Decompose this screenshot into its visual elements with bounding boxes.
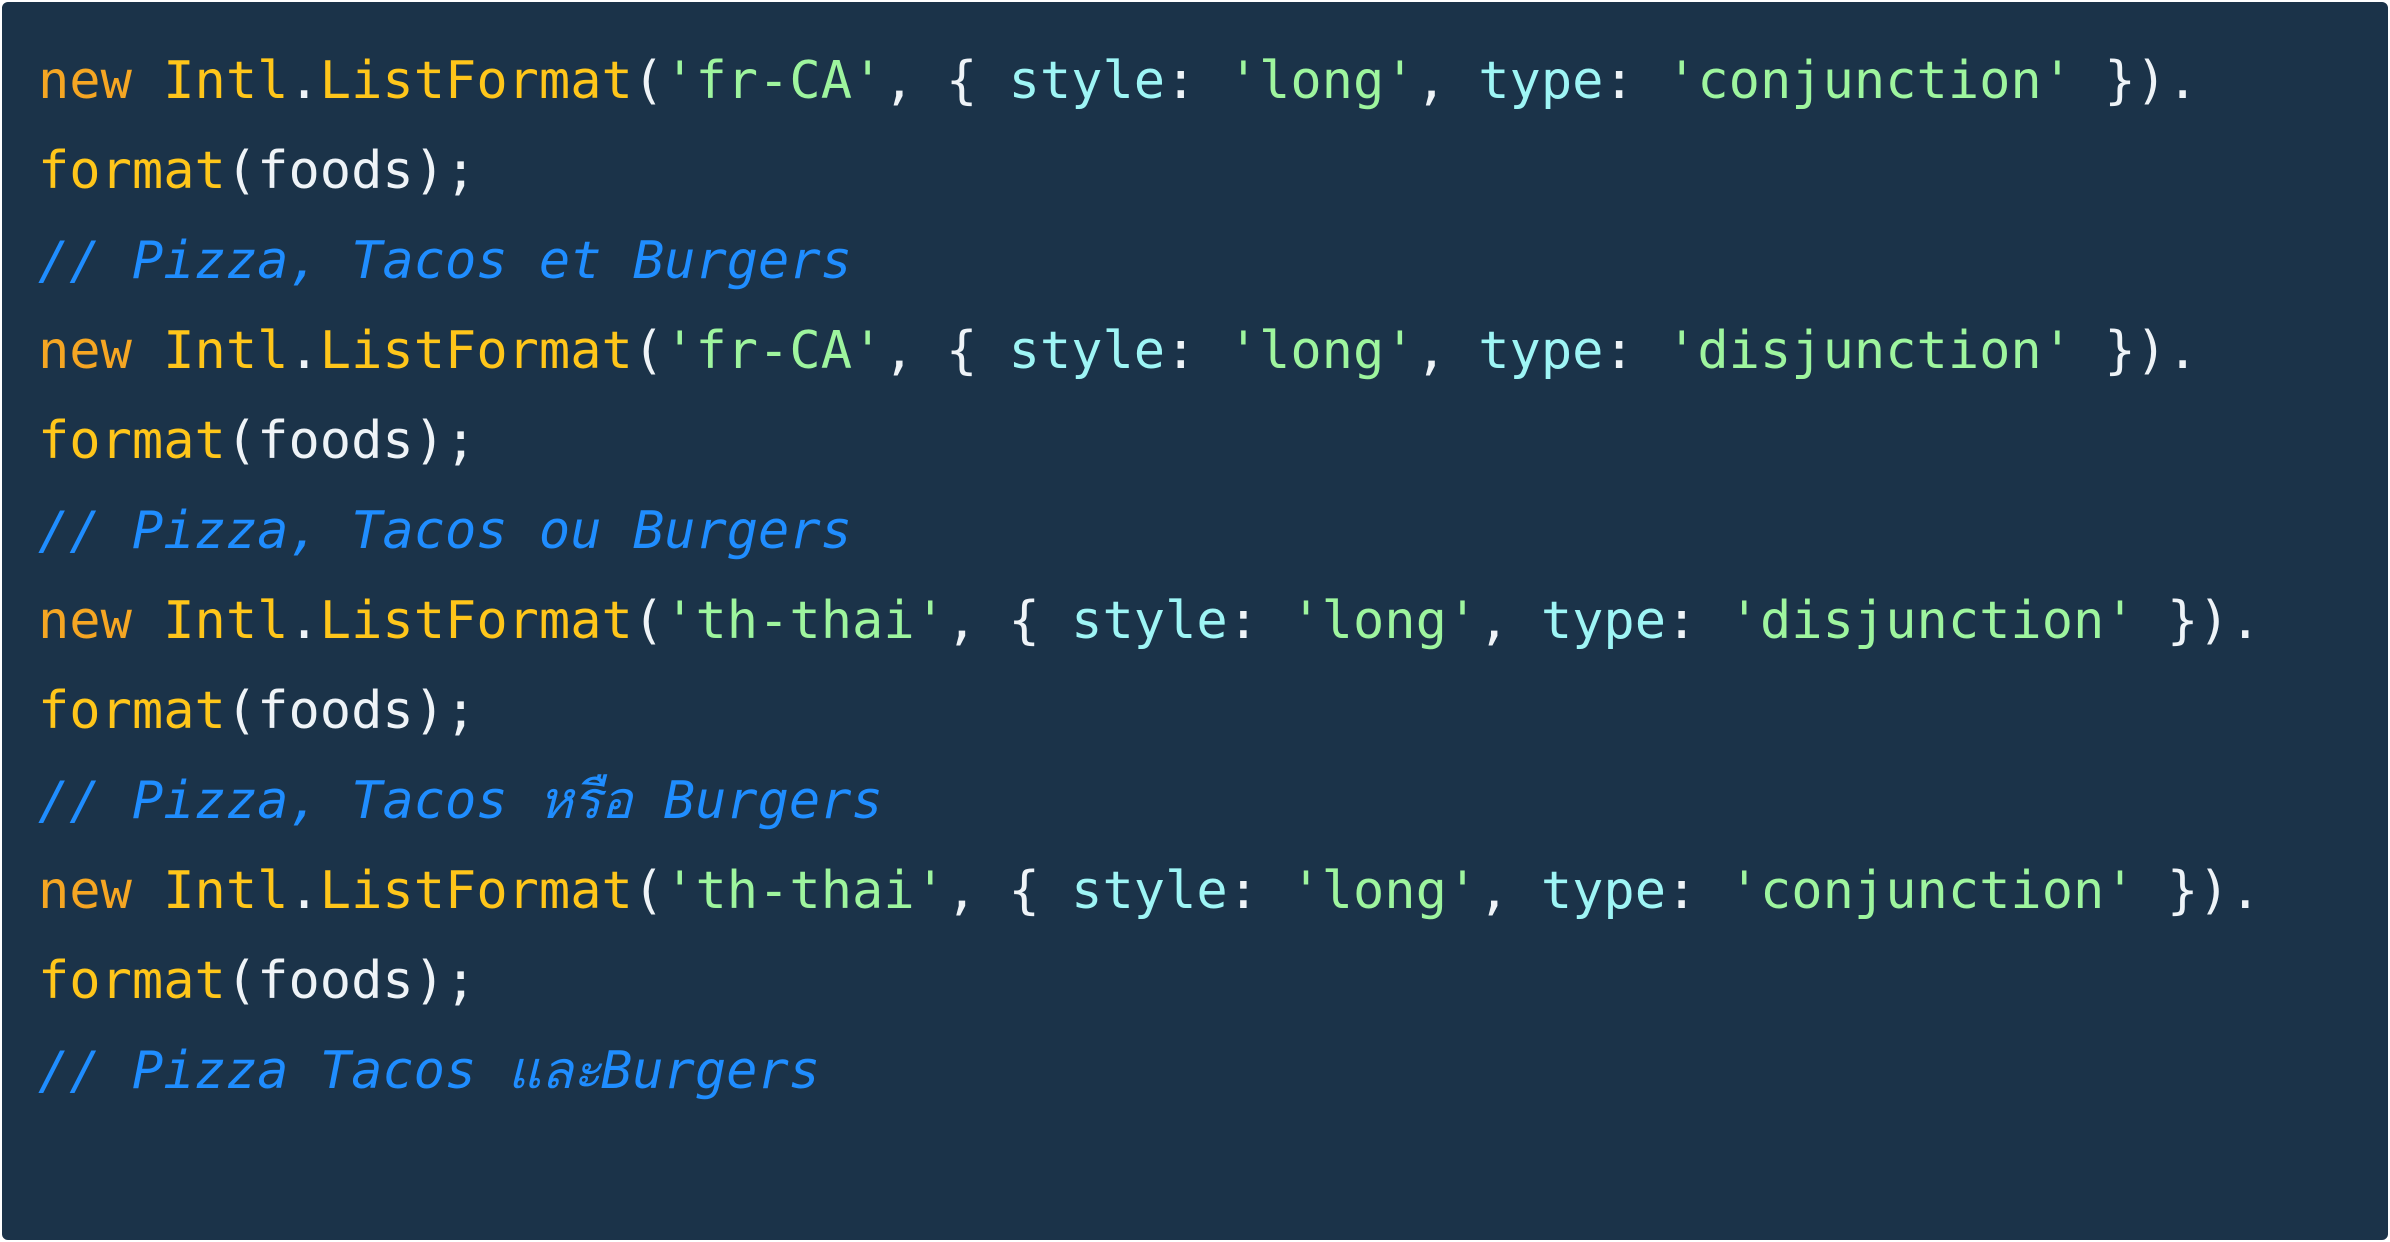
code-token-kw: new — [38, 321, 132, 381]
code-token-fn: format — [38, 951, 226, 1011]
code-line: new Intl.ListFormat('th-thai', { style: … — [38, 854, 2388, 944]
code-token-punc: ); — [413, 141, 477, 201]
code-token-punc: : — [1165, 321, 1228, 381]
code-token-str: 'long' — [1290, 591, 1479, 651]
code-token-punc: ); — [413, 411, 477, 471]
code-token-comment: // Pizza, Tacos หรือ Burgers — [38, 771, 883, 831]
code-token-str: 'long' — [1290, 861, 1479, 921]
code-token-str: 'conjunction' — [1666, 51, 2074, 111]
code-token-punc: ( — [632, 591, 665, 651]
code-token-punc: ( — [225, 681, 258, 741]
code-token-punc: }). — [2135, 861, 2261, 921]
code-token-prop: style — [1008, 321, 1166, 381]
code-line: format(foods); — [38, 944, 2388, 1034]
code-line: format(foods); — [38, 674, 2388, 764]
code-token-punc: , { — [883, 51, 1009, 111]
code-token-str: 'fr-CA' — [664, 51, 884, 111]
code-token-punc: : — [1603, 51, 1667, 111]
code-token-str: 'fr-CA' — [664, 321, 884, 381]
code-token-var: foods — [257, 951, 414, 1011]
code-token-punc: : — [1227, 591, 1291, 651]
code-token-prop: type — [1478, 51, 1604, 111]
code-token-punc: ( — [632, 51, 665, 111]
code-token-str: 'long' — [1227, 321, 1416, 381]
code-token-punc: ( — [632, 321, 665, 381]
code-token-punc: , — [1415, 51, 1479, 111]
code-token-punc — [132, 321, 163, 381]
code-token-str: 'th-thai' — [664, 591, 946, 651]
code-token-prop: type — [1540, 591, 1667, 651]
code-token-punc: . — [288, 861, 320, 921]
code-token-punc: . — [288, 591, 320, 651]
code-token-kw: new — [38, 861, 132, 921]
code-block: new Intl.ListFormat('fr-CA', { style: 'l… — [0, 0, 2390, 1242]
code-line: new Intl.ListFormat('th-thai', { style: … — [38, 584, 2388, 674]
code-token-comment: // Pizza, Tacos et Burgers — [38, 231, 852, 291]
code-token-punc: : — [1666, 591, 1729, 651]
code-token-punc: ( — [632, 861, 665, 921]
code-token-class: Intl — [163, 321, 289, 381]
code-token-prop: style — [1008, 51, 1166, 111]
code-token-class: Intl — [163, 861, 289, 921]
code-token-punc: , — [1478, 861, 1541, 921]
code-line: new Intl.ListFormat('fr-CA', { style: 'l… — [38, 314, 2388, 404]
code-token-fn: ListFormat — [319, 51, 633, 111]
code-token-prop: style — [1071, 861, 1228, 921]
code-token-kw: new — [38, 591, 132, 651]
code-line: new Intl.ListFormat('fr-CA', { style: 'l… — [38, 44, 2388, 134]
code-token-punc: : — [1165, 51, 1228, 111]
code-token-str: 'th-thai' — [664, 861, 946, 921]
code-token-punc: ); — [413, 951, 477, 1011]
code-token-fn: ListFormat — [319, 861, 633, 921]
code-token-punc — [132, 51, 163, 111]
code-token-punc: ( — [225, 951, 258, 1011]
code-token-punc: ); — [413, 681, 477, 741]
code-token-punc: , { — [945, 861, 1072, 921]
code-token-fn: format — [38, 141, 226, 201]
code-token-fn: ListFormat — [319, 591, 633, 651]
code-comment-line: // Pizza, Tacos ou Burgers — [38, 494, 2388, 584]
code-token-punc: ( — [225, 141, 258, 201]
code-token-punc: , — [1415, 321, 1479, 381]
code-token-punc — [132, 591, 163, 651]
code-token-punc: ( — [225, 411, 258, 471]
code-token-punc: : — [1666, 861, 1729, 921]
code-token-str: 'conjunction' — [1728, 861, 2136, 921]
code-token-str: 'disjunction' — [1666, 321, 2074, 381]
code-comment-line: // Pizza Tacos และBurgers — [38, 1034, 2388, 1124]
code-token-punc: , — [1478, 591, 1541, 651]
code-token-punc — [132, 861, 163, 921]
code-token-punc: , { — [945, 591, 1072, 651]
code-token-class: Intl — [163, 591, 289, 651]
code-token-var: foods — [257, 411, 414, 471]
code-token-var: foods — [257, 681, 414, 741]
code-token-fn: format — [38, 411, 226, 471]
code-token-kw: new — [38, 51, 132, 111]
code-token-punc: }). — [2135, 591, 2261, 651]
code-token-punc: . — [288, 51, 320, 111]
code-token-str: 'long' — [1227, 51, 1416, 111]
code-token-fn: ListFormat — [319, 321, 633, 381]
code-line: format(foods); — [38, 404, 2388, 494]
code-token-punc: }). — [2073, 51, 2199, 111]
code-token-punc: }). — [2073, 321, 2199, 381]
code-token-prop: style — [1071, 591, 1228, 651]
code-line: format(foods); — [38, 134, 2388, 224]
code-token-comment: // Pizza Tacos และBurgers — [38, 1041, 821, 1101]
code-token-var: foods — [257, 141, 414, 201]
code-token-fn: format — [38, 681, 226, 741]
code-token-punc: : — [1227, 861, 1291, 921]
code-token-class: Intl — [163, 51, 289, 111]
code-token-punc: . — [288, 321, 320, 381]
code-token-punc: , { — [883, 321, 1009, 381]
code-token-str: 'disjunction' — [1728, 591, 2136, 651]
code-token-prop: type — [1478, 321, 1604, 381]
code-token-punc: : — [1603, 321, 1667, 381]
code-comment-line: // Pizza, Tacos หรือ Burgers — [38, 764, 2388, 854]
code-comment-line: // Pizza, Tacos et Burgers — [38, 224, 2388, 314]
code-token-comment: // Pizza, Tacos ou Burgers — [38, 501, 852, 561]
code-token-prop: type — [1540, 861, 1667, 921]
